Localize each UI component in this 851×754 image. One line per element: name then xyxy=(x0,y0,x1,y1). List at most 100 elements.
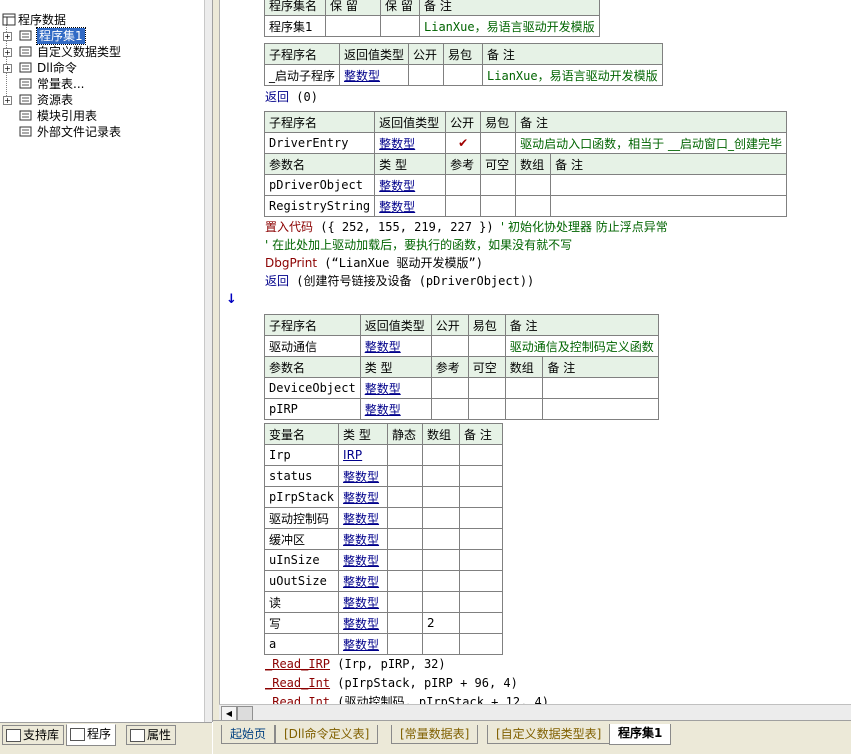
var-name-cell[interactable]: 驱动控制码 xyxy=(263,507,340,529)
expand-plus-icon[interactable]: + xyxy=(3,48,12,57)
scroll-thumb[interactable] xyxy=(237,706,253,721)
var-static-cell[interactable] xyxy=(387,612,424,634)
var-remark-cell[interactable] xyxy=(459,444,504,466)
var-remark-cell[interactable] xyxy=(459,528,504,550)
table-row[interactable]: 读整数型 xyxy=(263,591,504,613)
param-array-cell[interactable] xyxy=(504,398,544,420)
var-type-cell[interactable]: IRP xyxy=(338,444,389,466)
code-line[interactable]: 返回 (创建符号链接及设备 (pDriverObject)) xyxy=(265,273,534,289)
code-line[interactable]: _Read_Int (pIrpStack, pIRP + 96, 4) xyxy=(265,675,518,691)
table-row[interactable]: Irp IRP xyxy=(263,444,504,466)
var-type-cell[interactable]: 整数型 xyxy=(338,528,389,550)
var-static-cell[interactable] xyxy=(387,633,424,655)
table-row[interactable]: a 整数型 xyxy=(263,633,504,655)
var-name-cell[interactable]: uInSize xyxy=(263,549,340,571)
var-static-cell[interactable] xyxy=(387,591,424,613)
var-type-cell[interactable]: 整数型 xyxy=(338,465,389,487)
var-array-cell[interactable]: 2 xyxy=(422,612,461,634)
param-name-cell[interactable]: pDriverObject xyxy=(263,174,376,196)
param-name-cell[interactable]: DeviceObject xyxy=(264,377,361,399)
tab-support-library[interactable]: 支持库 xyxy=(2,725,65,745)
var-array-cell[interactable] xyxy=(422,507,461,529)
public-check-icon[interactable]: ✔ xyxy=(445,132,482,154)
remark-cell[interactable]: LianXue，易语言驱动开发模版 xyxy=(419,15,600,37)
param-nullable-cell[interactable] xyxy=(480,174,517,196)
scroll-left-arrow-icon[interactable]: ◀ xyxy=(221,706,237,721)
var-name-cell[interactable]: 缓冲区 xyxy=(263,528,340,550)
assembly-name-cell[interactable]: 程序集1 xyxy=(264,15,326,37)
param-name-cell[interactable]: RegistryString xyxy=(263,195,376,217)
table-row[interactable]: pIrpStack 整数型 xyxy=(263,486,504,508)
remark-cell[interactable]: 驱动通信及控制码定义函数 xyxy=(504,335,659,357)
return-type-cell[interactable]: 整数型 xyxy=(339,64,410,86)
param-nullable-cell[interactable] xyxy=(467,398,506,420)
var-type-cell[interactable]: 整数型 xyxy=(338,612,389,634)
var-type-cell[interactable]: 整数型 xyxy=(338,591,389,613)
var-remark-cell[interactable] xyxy=(459,570,504,592)
code-line[interactable]: 置入代码 ({ 252, 155, 219, 227 }) ' 初始化协处理器 … xyxy=(265,219,668,235)
var-array-cell[interactable] xyxy=(422,591,461,613)
sub-name-cell[interactable]: 驱动通信 xyxy=(264,335,361,357)
easy-pack-cell[interactable] xyxy=(480,132,517,154)
var-array-cell[interactable] xyxy=(422,633,461,655)
table-row[interactable]: uOutSize 整数型 xyxy=(263,570,504,592)
var-name-cell[interactable]: status xyxy=(263,465,340,487)
doc-tab[interactable]: [常量数据表] xyxy=(391,725,479,744)
param-ref-cell[interactable] xyxy=(445,174,482,196)
doc-tab[interactable]: 程序集1 xyxy=(609,724,672,745)
sub-name-cell[interactable]: DriverEntry xyxy=(263,132,376,154)
var-name-cell[interactable]: 写 xyxy=(263,612,340,634)
table-row[interactable]: 驱动控制码 整数型 xyxy=(263,507,504,529)
param-ref-cell[interactable] xyxy=(445,195,482,217)
reserved-cell[interactable] xyxy=(380,15,420,37)
param-remark-cell[interactable] xyxy=(550,174,788,196)
var-name-cell[interactable]: Irp xyxy=(263,444,340,466)
sub-name-cell[interactable]: _启动子程序 xyxy=(263,64,341,86)
var-static-cell[interactable] xyxy=(387,549,424,571)
param-remark-cell[interactable] xyxy=(542,398,659,420)
param-type-cell[interactable]: 整数型 xyxy=(359,398,432,420)
var-remark-cell[interactable] xyxy=(459,549,504,571)
var-name-cell[interactable]: uOutSize xyxy=(263,570,340,592)
var-array-cell[interactable] xyxy=(422,528,461,550)
tab-program[interactable]: 程序 xyxy=(66,724,117,746)
return-type-cell[interactable]: 整数型 xyxy=(374,132,447,154)
var-array-cell[interactable] xyxy=(422,486,461,508)
param-remark-cell[interactable] xyxy=(550,195,788,217)
code-line[interactable]: DbgPrint (“LianXue 驱动开发模版”) xyxy=(265,255,483,271)
param-nullable-cell[interactable] xyxy=(480,195,517,217)
param-array-cell[interactable] xyxy=(515,174,552,196)
var-static-cell[interactable] xyxy=(387,486,424,508)
easy-pack-cell[interactable] xyxy=(443,64,484,86)
param-ref-cell[interactable] xyxy=(430,377,469,399)
expand-plus-icon[interactable]: + xyxy=(3,64,12,73)
table-row[interactable]: 写整数型 2 xyxy=(263,612,504,634)
public-cell[interactable] xyxy=(430,335,469,357)
public-cell[interactable] xyxy=(408,64,445,86)
var-remark-cell[interactable] xyxy=(459,507,504,529)
param-type-cell[interactable]: 整数型 xyxy=(359,377,432,399)
return-type-cell[interactable]: 整数型 xyxy=(359,335,432,357)
var-type-cell[interactable]: 整数型 xyxy=(338,633,389,655)
var-static-cell[interactable] xyxy=(387,528,424,550)
param-type-cell[interactable]: 整数型 xyxy=(374,174,447,196)
var-array-cell[interactable] xyxy=(422,570,461,592)
expand-plus-icon[interactable]: + xyxy=(3,96,12,105)
left-panel-scrollbar[interactable] xyxy=(204,0,212,722)
param-nullable-cell[interactable] xyxy=(467,377,506,399)
var-remark-cell[interactable] xyxy=(459,486,504,508)
var-static-cell[interactable] xyxy=(387,507,424,529)
var-type-cell[interactable]: 整数型 xyxy=(338,486,389,508)
var-remark-cell[interactable] xyxy=(459,633,504,655)
param-type-cell[interactable]: 整数型 xyxy=(374,195,447,217)
var-type-cell[interactable]: 整数型 xyxy=(338,507,389,529)
var-array-cell[interactable] xyxy=(422,444,461,466)
tab-properties[interactable]: 属性 xyxy=(126,725,177,745)
var-remark-cell[interactable] xyxy=(459,465,504,487)
var-type-cell[interactable]: 整数型 xyxy=(338,570,389,592)
var-static-cell[interactable] xyxy=(387,570,424,592)
param-name-cell[interactable]: pIRP xyxy=(264,398,361,420)
var-array-cell[interactable] xyxy=(422,465,461,487)
var-name-cell[interactable]: 读 xyxy=(263,591,340,613)
reserved-cell[interactable] xyxy=(325,15,381,37)
